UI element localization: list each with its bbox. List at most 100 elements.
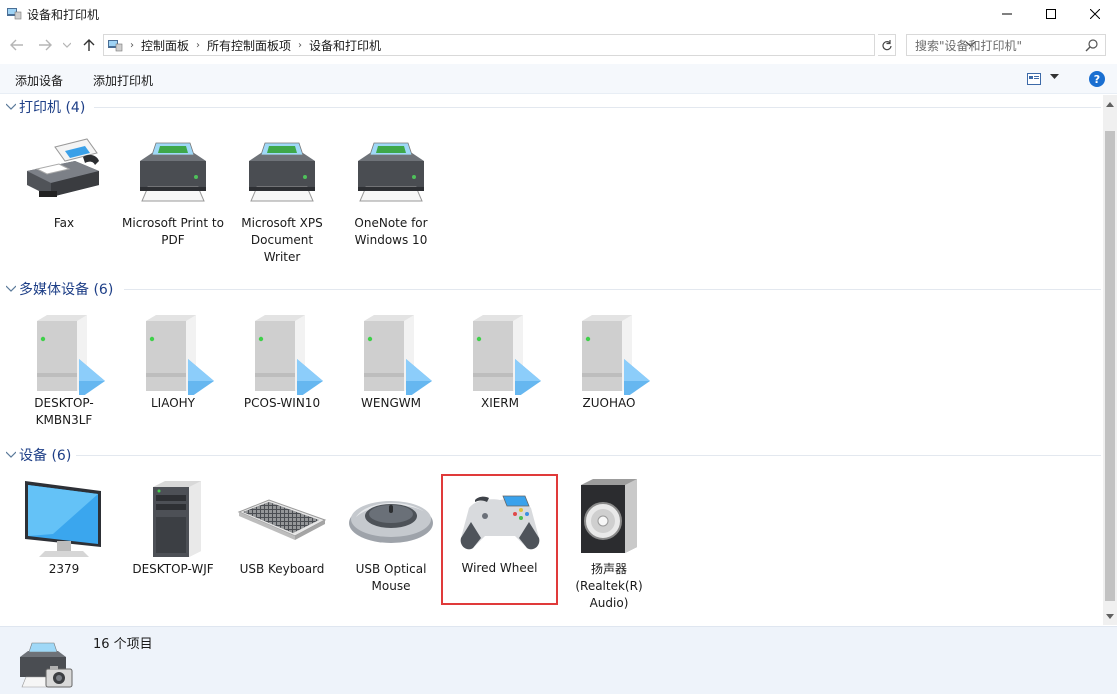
devices-app-icon <box>7 8 22 20</box>
device-label: Microsoft Print to PDF <box>122 216 224 247</box>
device-item-usb-mouse[interactable]: USB Optical Mouse <box>337 477 445 595</box>
refresh-icon <box>882 39 892 50</box>
search-placeholder: 搜索"设备和打印机" <box>915 38 1023 53</box>
device-item-xierm[interactable]: XIERM <box>446 311 554 412</box>
device-label: Wired Wheel <box>461 561 538 575</box>
group-header-multimedia[interactable]: 多媒体设备 (6) <box>5 280 1101 298</box>
device-label: WENGWM <box>361 396 421 410</box>
media-server-icon <box>473 315 541 395</box>
item-count: 16 个项目 <box>93 637 153 652</box>
group-title: 多媒体设备 (6) <box>19 282 114 298</box>
view-options-dropdown[interactable] <box>1050 73 1059 83</box>
up-arrow-icon <box>83 39 95 51</box>
address-bar[interactable]: › 控制面板 › 所有控制面板项 › 设备和打印机 <box>103 34 976 56</box>
forward-button[interactable] <box>36 36 54 54</box>
group-header-printers[interactable]: 打印机 (4) <box>5 98 1101 116</box>
devices-printers-icon <box>20 642 73 688</box>
title-bar: 设备和打印机 <box>0 0 1117 28</box>
help-icon: ? <box>1093 72 1101 86</box>
minimize-button[interactable] <box>984 0 1030 28</box>
details-pane: 16 个项目 <box>0 626 1117 694</box>
back-arrow-icon <box>10 39 23 51</box>
device-item-pcos-win10[interactable]: PCOS-WIN10 <box>228 311 336 412</box>
maximize-button[interactable] <box>1028 0 1074 28</box>
collapse-chevron-icon <box>5 284 18 295</box>
device-label: Fax <box>53 216 75 230</box>
window-title: 设备和打印机 <box>27 8 100 22</box>
scroll-thumb[interactable] <box>1105 131 1115 601</box>
refresh-button[interactable] <box>878 34 896 56</box>
device-label: USB Keyboard <box>239 562 325 576</box>
device-label: Microsoft XPS Document Writer <box>241 216 323 264</box>
breadcrumb-separator-icon: › <box>298 39 303 51</box>
printer-icon <box>249 142 315 202</box>
device-label: OneNote for Windows 10 <box>354 216 428 247</box>
chevron-down-icon <box>63 42 71 48</box>
device-item-desktop-kmbn3lf[interactable]: DESKTOP-KMBN3LF <box>10 311 118 429</box>
vertical-scrollbar[interactable] <box>1103 95 1117 625</box>
devices-view: 打印机 (4) Fax Microsoft Print to PDF Micro… <box>0 95 1103 625</box>
device-item-usb-keyboard[interactable]: USB Keyboard <box>228 477 336 578</box>
media-server-icon <box>146 315 214 395</box>
device-label: DESKTOP-WJF <box>132 562 214 576</box>
group-title: 设备 (6) <box>19 448 72 464</box>
add-printer-button[interactable]: 添加打印机 <box>93 72 153 89</box>
change-view-icon[interactable] <box>1027 73 1041 85</box>
fax-icon <box>27 138 99 197</box>
device-item-wired-wheel[interactable]: Wired Wheel <box>441 474 558 605</box>
recent-locations-button[interactable] <box>62 36 72 54</box>
device-label: 2379 <box>48 562 80 576</box>
search-input[interactable]: 搜索"设备和打印机" <box>906 34 1106 56</box>
up-button[interactable] <box>80 36 98 54</box>
device-label: USB Optical Mouse <box>355 562 427 593</box>
device-item-speaker[interactable]: 扬声器 (Realtek(R) Audio) <box>555 477 663 612</box>
group-header-devices[interactable]: 设备 (6) <box>5 446 1101 464</box>
group-divider <box>94 107 1101 108</box>
device-item-liaohy[interactable]: LIAOHY <box>119 311 227 412</box>
device-item-xps-writer[interactable]: Microsoft XPS Document Writer <box>228 131 336 266</box>
group-title: 打印机 (4) <box>19 100 86 116</box>
command-bar: 添加设备 添加打印机 ? <box>0 64 1117 94</box>
media-server-icon <box>582 315 650 395</box>
device-item-zuohao[interactable]: ZUOHAO <box>555 311 663 412</box>
forward-arrow-icon <box>39 39 52 51</box>
back-button[interactable] <box>8 36 26 54</box>
breadcrumb-devices-printers[interactable]: 设备和打印机 <box>309 37 381 54</box>
media-server-icon <box>364 315 432 395</box>
device-item-desktop-wjf[interactable]: DESKTOP-WJF <box>119 477 227 578</box>
speaker-icon <box>581 479 637 553</box>
printer-icon <box>358 142 424 202</box>
breadcrumb-separator-icon: › <box>196 39 201 51</box>
media-server-icon <box>37 315 105 395</box>
keyboard-icon <box>237 499 327 540</box>
gamepad-icon <box>460 495 539 550</box>
device-item-onenote[interactable]: OneNote for Windows 10 <box>337 131 445 249</box>
media-server-icon <box>255 315 323 395</box>
scroll-up-arrow-icon[interactable] <box>1103 97 1117 111</box>
printer-icon <box>140 142 206 202</box>
help-button[interactable]: ? <box>1089 71 1105 87</box>
minimize-icon <box>1002 13 1012 15</box>
collapse-chevron-icon <box>5 450 18 461</box>
address-row: › 控制面板 › 所有控制面板项 › 设备和打印机 搜索"设备和打印机" <box>0 30 1117 60</box>
breadcrumb-all-items[interactable]: 所有控制面板项 <box>207 37 291 54</box>
control-panel-icon <box>108 40 123 52</box>
maximize-icon <box>1046 9 1056 19</box>
close-button[interactable] <box>1072 0 1117 28</box>
device-item-2379[interactable]: 2379 <box>10 477 118 578</box>
breadcrumb-separator-icon: › <box>130 39 134 51</box>
device-item-wengwm[interactable]: WENGWM <box>337 311 445 412</box>
device-label: PCOS-WIN10 <box>243 396 321 410</box>
scroll-down-arrow-icon[interactable] <box>1103 609 1117 623</box>
device-label: ZUOHAO <box>582 396 636 410</box>
tower-pc-icon <box>153 481 201 557</box>
devices-and-printers-window: 设备和打印机 › 控制面板 › 所有控制面板项 › 设备和打印机 搜索"设备和打… <box>0 0 1117 694</box>
breadcrumb-control-panel[interactable]: 控制面板 <box>141 37 189 54</box>
add-device-button[interactable]: 添加设备 <box>15 72 63 89</box>
device-label: LIAOHY <box>150 396 196 410</box>
close-icon <box>1090 9 1100 19</box>
monitor-icon <box>25 481 101 557</box>
device-item-fax[interactable]: Fax <box>10 131 118 232</box>
device-item-print-to-pdf[interactable]: Microsoft Print to PDF <box>119 131 227 249</box>
group-divider <box>76 455 1101 456</box>
